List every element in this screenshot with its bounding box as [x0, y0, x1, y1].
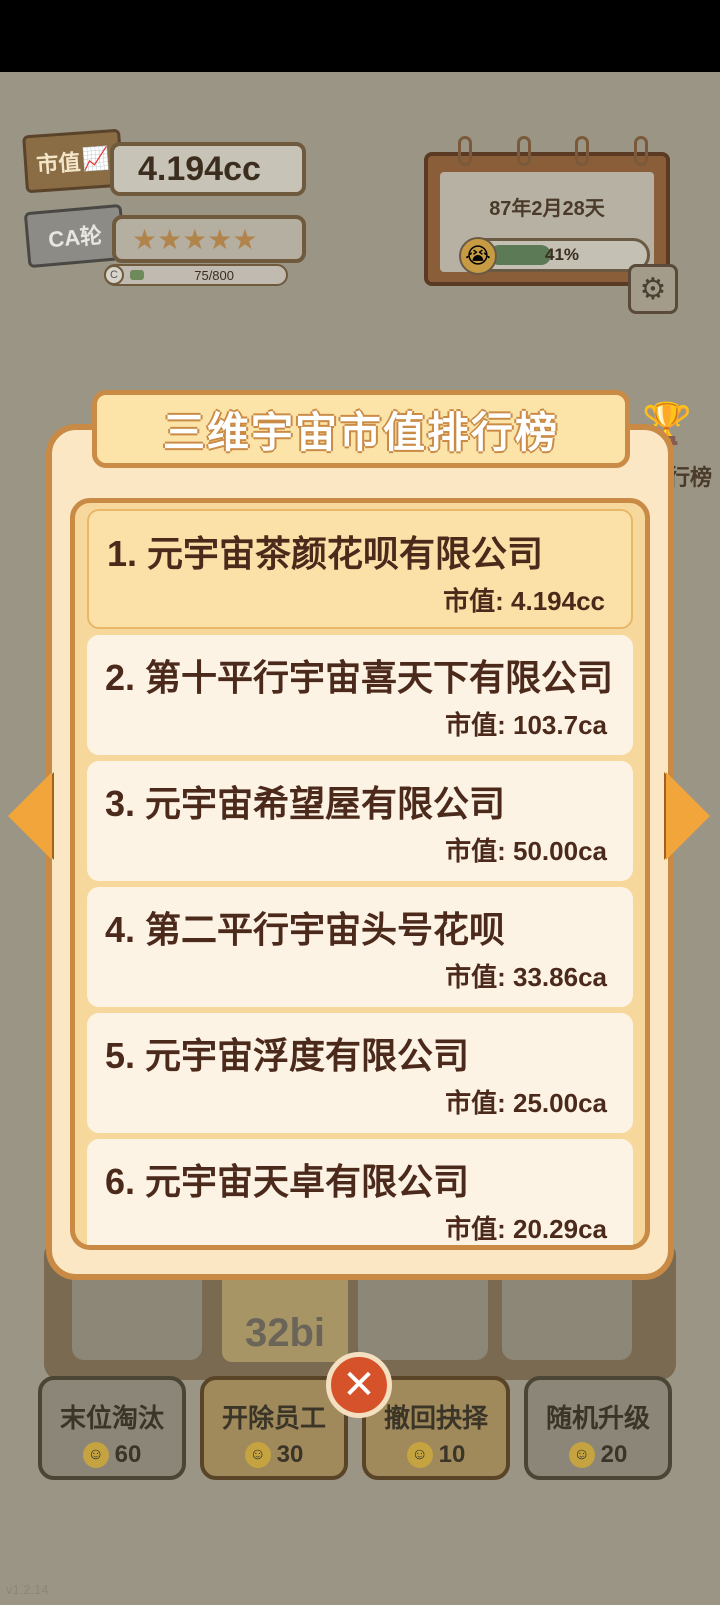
round-progress-bar: C 75/800 — [104, 264, 288, 286]
funding-round-label: CA轮 — [23, 203, 127, 269]
button-label: 随机升级 — [545, 1403, 650, 1433]
button-label: 撤回抉择 — [383, 1403, 488, 1433]
close-icon[interactable]: ✕ — [326, 1352, 392, 1418]
game-date: 87年2月28天 — [489, 198, 605, 220]
ranking-list[interactable]: 1. 元宇宙茶颜花呗有限公司 市值: 4.194cc 2. 第十平行宇宙喜天下有… — [70, 498, 650, 1250]
round-badge: C — [104, 265, 124, 285]
company-value: 市值: 33.86ca — [445, 962, 607, 992]
list-item[interactable]: 1. 元宇宙茶颜花呗有限公司 市值: 4.194cc — [87, 509, 633, 629]
list-item[interactable]: 2. 第十平行宇宙喜天下有限公司 市值: 103.7ca — [87, 635, 633, 755]
round-progress-fill — [130, 270, 145, 280]
company-name: 1. 元宇宙茶颜花呗有限公司 — [107, 533, 544, 574]
mood-percent: 41% — [545, 245, 580, 264]
modal-title: 三维宇宙市值排行榜 — [92, 390, 630, 468]
calendar-rings — [458, 136, 648, 166]
company-value: 市值: 20.29ca — [445, 1214, 607, 1244]
market-value-label: 市值 📈 — [22, 128, 124, 194]
previous-page-arrow-icon[interactable] — [8, 772, 52, 860]
button-label: 末位淘汰 — [59, 1403, 164, 1433]
mood-progress-fill — [489, 245, 551, 265]
company-value: 市值: 25.00ca — [445, 1088, 607, 1118]
company-name: 5. 元宇宙浮度有限公司 — [105, 1035, 470, 1076]
eliminate-last-button[interactable]: 末位淘汰 ☺ 60 — [38, 1376, 186, 1480]
company-value: 市值: 103.7ca — [445, 710, 607, 740]
button-cost: 10 — [438, 1441, 466, 1468]
smile-coin-icon: ☺ — [568, 1442, 595, 1468]
company-name: 4. 第二平行宇宙头号花呗 — [105, 909, 506, 950]
status-bar — [0, 0, 720, 72]
version-label: v1.2.14 — [6, 1582, 49, 1597]
smile-coin-icon: ☺ — [244, 1442, 271, 1468]
button-cost: 60 — [114, 1441, 142, 1468]
button-cost: 30 — [276, 1441, 304, 1468]
mascot-tile: 32bi — [222, 1270, 348, 1362]
mood-progress-bar: 😭 41% — [459, 237, 650, 275]
company-name: 3. 元宇宙希望屋有限公司 — [105, 783, 506, 824]
company-value: 市值: 4.194cc — [443, 586, 605, 616]
company-value: 市值: 50.00ca — [445, 836, 607, 866]
button-cost: 20 — [600, 1441, 628, 1468]
next-page-arrow-icon[interactable] — [666, 772, 710, 860]
round-progress-text: 75/800 — [194, 268, 234, 283]
company-name: 6. 元宇宙天卓有限公司 — [105, 1161, 470, 1202]
list-item[interactable]: 3. 元宇宙希望屋有限公司 市值: 50.00ca — [87, 761, 633, 881]
button-label: 开除员工 — [221, 1403, 326, 1433]
market-value-display: 4.194cc — [110, 142, 306, 196]
crying-face-icon: 😭 — [459, 237, 497, 275]
settings-gear-icon[interactable]: ⚙ — [628, 264, 678, 314]
company-name: 2. 第十平行宇宙喜天下有限公司 — [105, 657, 614, 698]
smile-coin-icon: ☺ — [406, 1442, 433, 1468]
ranking-side-label[interactable]: 行榜 — [668, 460, 712, 492]
list-item[interactable]: 4. 第二平行宇宙头号花呗 市值: 33.86ca — [87, 887, 633, 1007]
smile-coin-icon: ☺ — [82, 1442, 109, 1468]
list-item[interactable]: 5. 元宇宙浮度有限公司 市值: 25.00ca — [87, 1013, 633, 1133]
list-item[interactable]: 6. 元宇宙天卓有限公司 市值: 20.29ca — [87, 1139, 633, 1245]
star-rating: ★★★★★ — [112, 215, 306, 263]
random-upgrade-button[interactable]: 随机升级 ☺ 20 — [524, 1376, 672, 1480]
